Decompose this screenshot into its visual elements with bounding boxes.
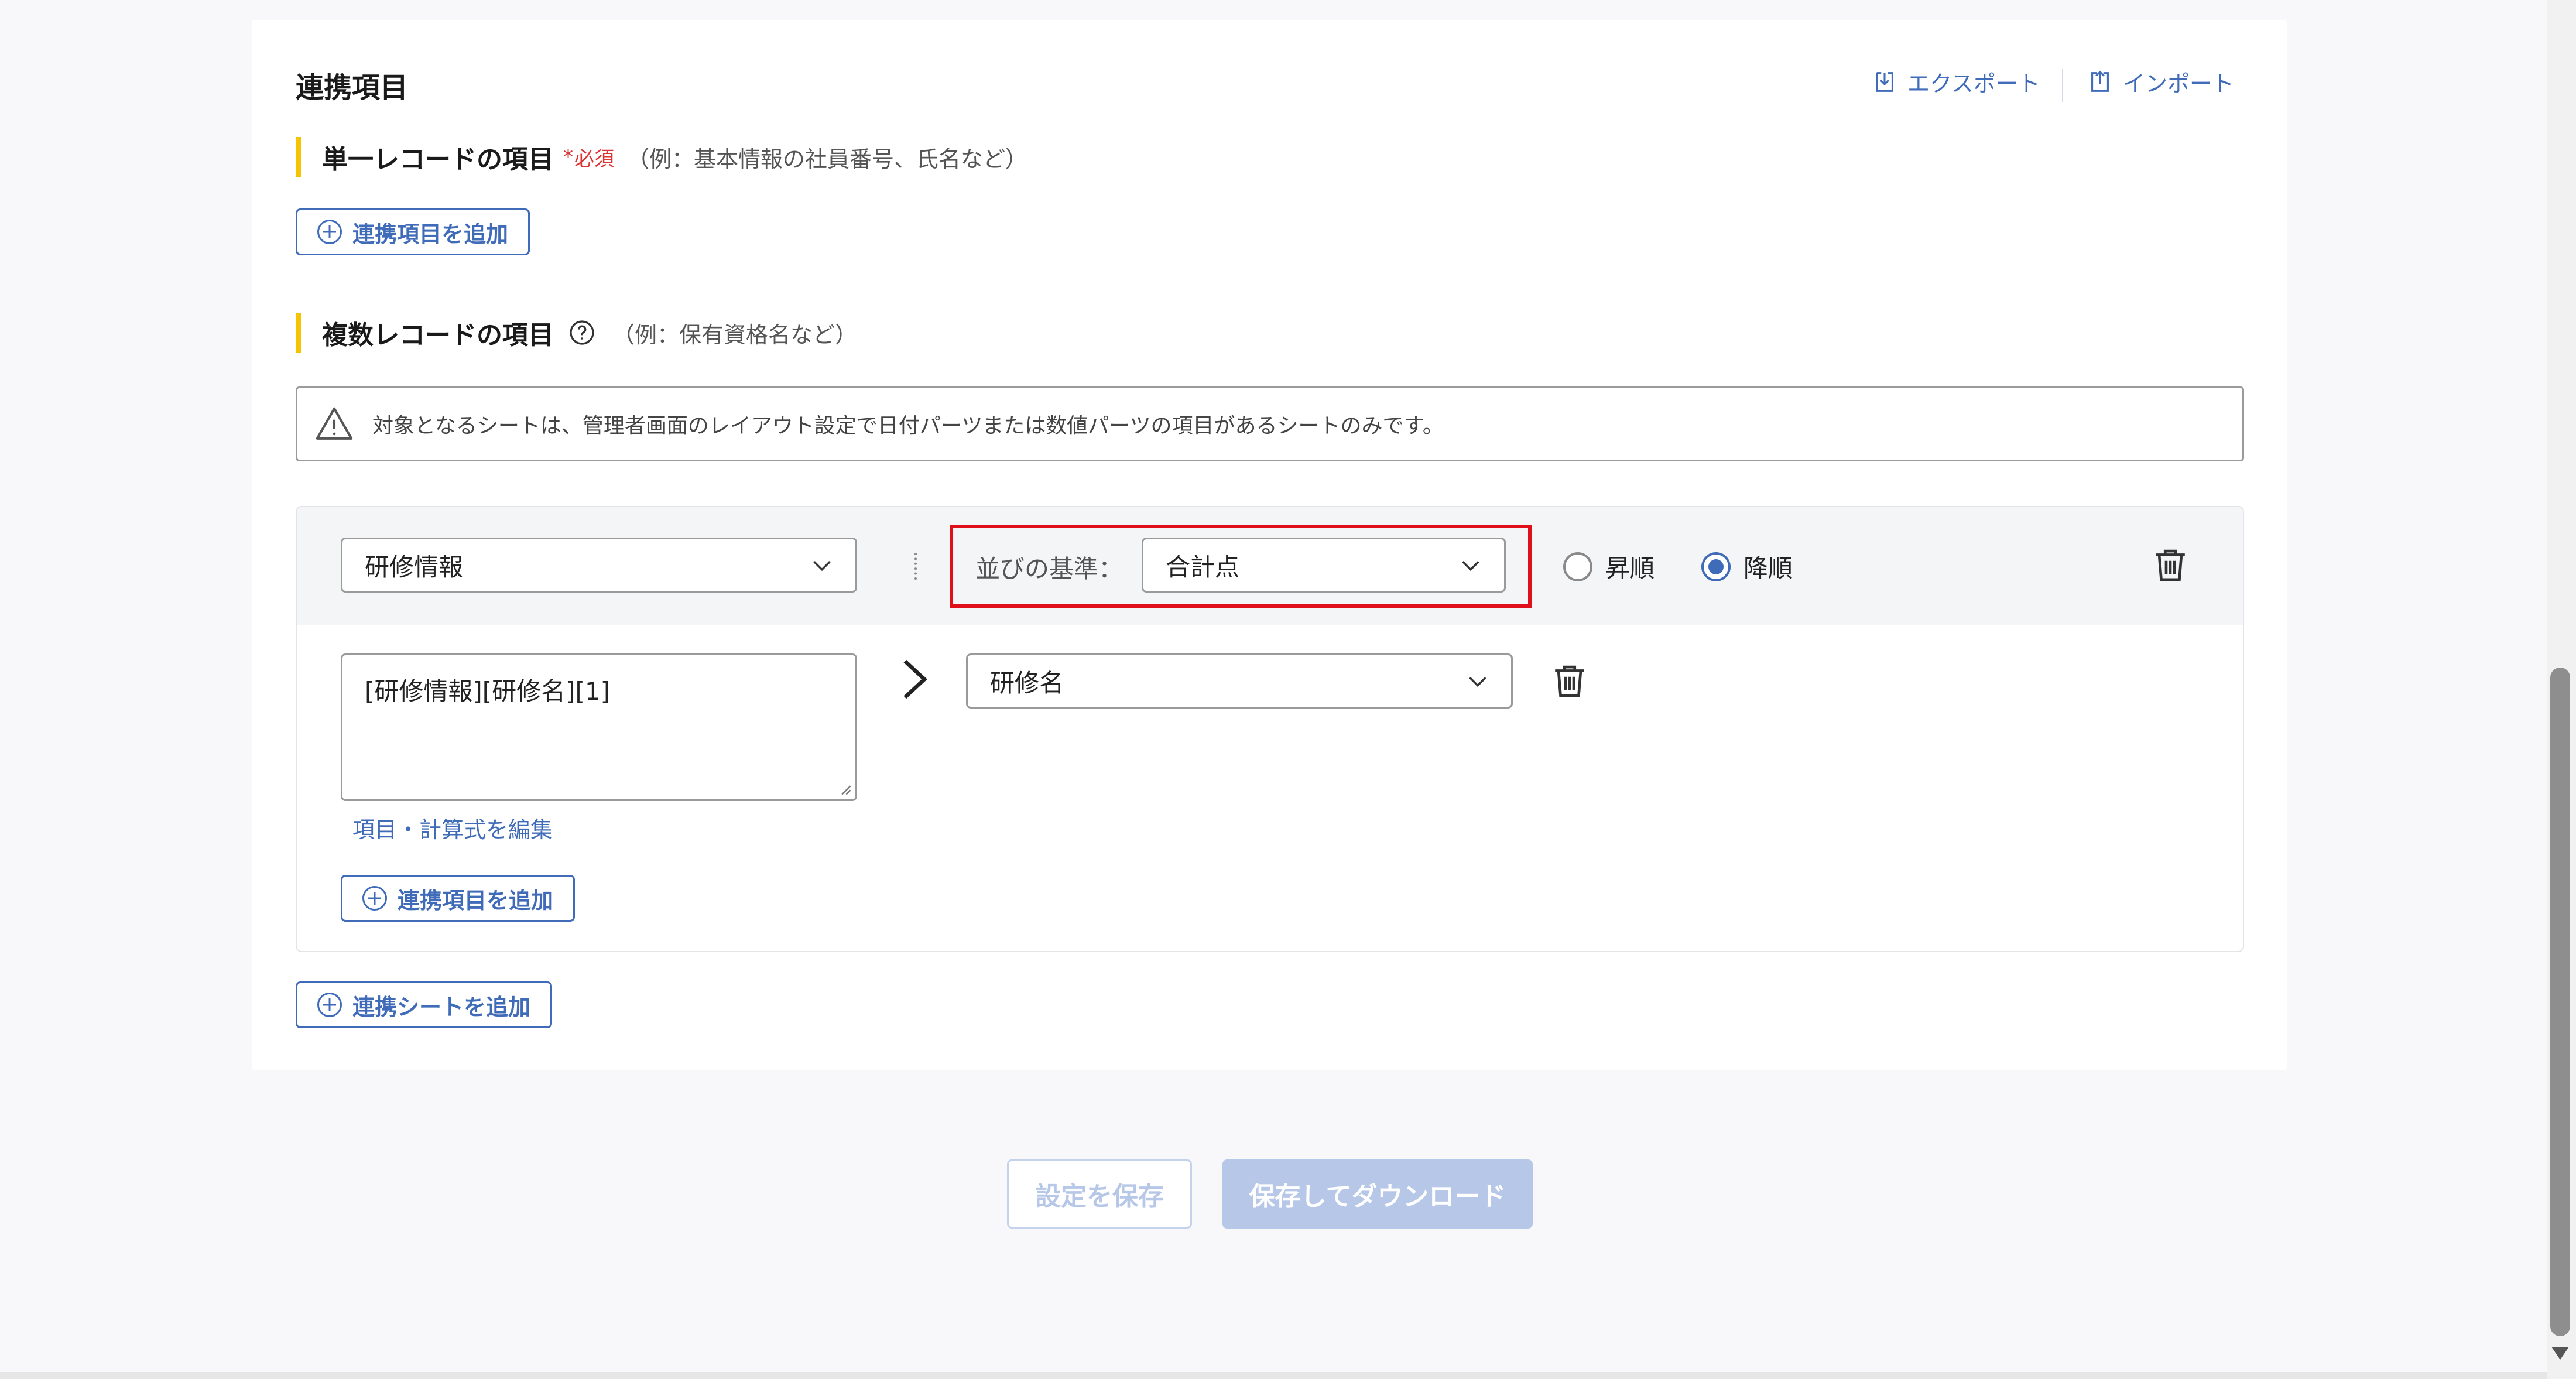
order-desc-radio[interactable]: 降順 [1701, 549, 1793, 584]
notice-text: 対象となるシートは、管理者画面のレイアウト設定で日付パーツまたは数値パーツの項目… [372, 414, 1444, 438]
sort-basis-label: 並びの基準： [975, 555, 1123, 583]
multi-record-title: 複数レコードの項目 [322, 320, 554, 350]
notice-box: 対象となるシートは、管理者画面のレイアウト設定で日付パーツまたは数値パーツの項目… [296, 386, 2244, 461]
item-target-select[interactable]: 研修名 [966, 653, 1513, 709]
required-mark: * [563, 145, 573, 169]
order-asc-label: 昇順 [1605, 554, 1655, 583]
chevron-down-icon [1462, 561, 1479, 572]
sort-basis-select[interactable]: 合計点 [1142, 538, 1506, 593]
scroll-down-arrow-icon[interactable] [2551, 1347, 2569, 1360]
single-record-heading: 単一レコードの項目 * 必須 （例：基本情報の社員番号、氏名など） [296, 137, 1027, 177]
radio-circle-selected [1701, 552, 1731, 581]
multi-record-heading: 複数レコードの項目 （例：保有資格名など） [296, 313, 857, 353]
scrollbar-thumb[interactable] [2550, 668, 2570, 1336]
order-asc-radio[interactable]: 昇順 [1563, 549, 1654, 584]
save-settings-button[interactable]: 設定を保存 [1007, 1159, 1192, 1229]
add-single-item-button[interactable]: 連携項目を追加 [296, 208, 530, 255]
add-sheet-button[interactable]: 連携シートを追加 [296, 981, 553, 1028]
import-icon [2091, 70, 2109, 92]
export-icon [1876, 71, 1893, 92]
delete-sheet-button[interactable] [2150, 545, 2191, 588]
header-separator [2062, 69, 2063, 102]
import-link[interactable]: インポート [2087, 66, 2234, 98]
chevron-right-icon [903, 659, 927, 699]
add-single-item-label: 連携項目を追加 [352, 221, 509, 247]
window-bottom-edge [0, 1372, 2547, 1379]
save-and-download-button[interactable]: 保存してダウンロード [1222, 1159, 1533, 1229]
add-sheet-label: 連携シートを追加 [352, 994, 531, 1020]
warning-icon [316, 407, 353, 440]
sheet-select[interactable]: 研修情報 [341, 538, 857, 593]
section-title: 連携項目 [296, 71, 409, 104]
trash-icon [2156, 549, 2185, 581]
trash-icon [1555, 665, 1584, 697]
chevron-down-icon [813, 561, 831, 572]
edit-formula-link[interactable]: 項目・計算式を編集 [352, 812, 553, 844]
plus-circle-icon [362, 886, 387, 911]
radio-circle [1563, 552, 1592, 581]
multi-record-example: （例：保有資格名など） [612, 321, 858, 348]
plus-circle-icon [317, 220, 342, 244]
item-formula-textarea[interactable]: [研修情報][研修名][1] [341, 653, 857, 801]
export-link[interactable]: エクスポート [1871, 66, 2040, 98]
resize-grip-icon[interactable] [838, 782, 852, 796]
sort-basis-value: 合計点 [1166, 552, 1240, 581]
import-label: インポート [2123, 71, 2235, 97]
plus-circle-icon [317, 993, 342, 1017]
question-circle-icon[interactable] [568, 319, 596, 347]
chevron-down-icon [1469, 677, 1486, 687]
add-multi-item-button[interactable]: 連携項目を追加 [341, 875, 576, 922]
order-desc-label: 降順 [1743, 554, 1793, 583]
export-label: エクスポート [1907, 71, 2040, 97]
vertical-dotted-separator [914, 553, 917, 580]
single-record-example: （例：基本情報の社員番号、氏名など） [627, 146, 1028, 172]
required-label: 必須 [574, 147, 614, 171]
add-multi-item-label: 連携項目を追加 [398, 887, 554, 913]
item-formula-text: [研修情報][研修名][1] [365, 677, 611, 706]
single-record-title: 単一レコードの項目 [322, 145, 554, 174]
delete-item-button[interactable] [1549, 661, 1590, 704]
item-target-value: 研修名 [990, 668, 1064, 697]
sheet-select-value: 研修情報 [365, 552, 464, 581]
